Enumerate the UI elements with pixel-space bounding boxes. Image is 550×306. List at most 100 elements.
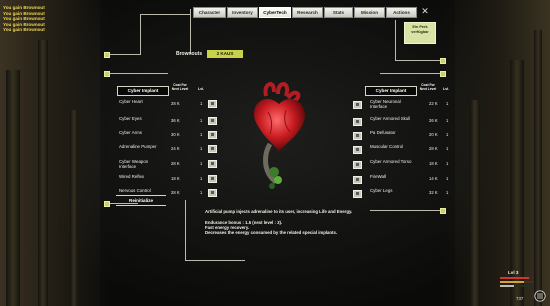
implant-level: 1 [200,161,203,166]
implant-level: 1 [200,176,203,181]
left-scenery [0,0,110,306]
connector-line [185,200,186,260]
implant-row: Cyber Arms 30 K 1 [119,130,219,140]
tab-cybertech[interactable]: CyberTech [259,7,291,18]
tab-actions[interactable]: Actions [386,7,417,18]
implant-icon-button[interactable] [353,176,362,184]
implant-row: Muscular Control 28 K 1 [353,144,453,154]
implant-row: FireWall 14 K 1 [353,174,453,184]
implant-level: 1 [446,146,449,151]
upgrade-button[interactable] [208,131,217,139]
implant-row: Adrenaline Pumper 24 K 1 [119,144,219,154]
energy-bar [500,281,524,283]
close-icon: ✕ [421,6,429,16]
left-table-header: Cyber Implant [117,86,169,96]
implant-name: Muscular Control [370,144,404,149]
implant-row: Cyber Armored Skull 26 K 1 [353,116,453,126]
connector-line [108,54,141,55]
right-cost-header: Cost For Next Level [419,83,437,91]
implant-name: Cyber Heart [119,99,143,104]
implant-icon-button[interactable] [353,161,362,169]
description-line: Decreases the energy consumed by the rel… [205,230,338,236]
level-label: Lvl 3 [508,270,519,275]
connector-node [104,71,110,77]
implant-cost: 18 K [171,176,180,181]
implant-cost: 28 K [429,146,438,151]
upgrade-button[interactable] [208,160,217,168]
upgrade-button[interactable] [208,145,217,153]
implant-cost: 36 K [171,118,180,123]
implant-row: Cyber Weapon Interface 28 K 1 [119,159,219,169]
implant-level: 1 [446,190,449,195]
implant-name: Wired Reflex [119,174,145,179]
implant-level: 1 [446,101,449,106]
connector-line [190,9,191,54]
implant-name: Cyber Weapon Interface [119,159,149,169]
reinitialize-button[interactable]: Reinitialize [116,195,166,206]
upgrade-button[interactable] [208,189,217,197]
implant-row: Wired Reflex 18 K 1 [119,174,219,184]
implant-icon-button[interactable] [353,190,362,198]
implant-cost: 32 K [429,190,438,195]
connector-line [140,14,190,15]
implant-name: Cyber Neuronal Interface [370,99,401,109]
xp-bar [500,285,514,287]
implant-cost: 22 K [429,101,438,106]
implant-level: 1 [200,118,203,123]
cyber-heart-model [253,82,305,189]
tab-mission[interactable]: Mission [354,7,385,18]
implant-cost: 14 K [429,176,438,181]
implant-cost: 18 K [429,161,438,166]
counter-text: 737 [516,296,524,301]
implant-icon-button[interactable] [353,146,362,154]
implant-icon-button[interactable] [353,118,362,126]
implant-icon-button[interactable] [353,132,362,140]
implant-level: 1 [446,176,449,181]
close-button[interactable]: ✕ [420,6,430,16]
status-hud: Lvl 3 737 [494,268,546,303]
tab-character[interactable]: Character [193,7,226,18]
log-line: You gain Brownout [3,27,45,33]
connector-line [380,73,440,74]
implant-row: Cyber Heart 28 K 1 [119,99,219,109]
implant-cost: 28 K [171,161,180,166]
implant-level: 1 [446,161,449,166]
implant-name: Pa Defusator [370,130,396,135]
connector-line [395,20,396,60]
connector-line [140,14,141,54]
implant-level: 1 [200,132,203,137]
tab-stats[interactable]: Stats [324,7,353,18]
brownouts-label: Brownouts [176,51,203,57]
implant-name: Cyber Arms [119,130,142,135]
connector-node [104,201,110,207]
upgrade-button[interactable] [208,100,217,108]
connector-line [185,260,245,261]
implant-cost: 28 K [171,190,180,195]
implant-cost: 28 K [171,101,180,106]
upgrade-button[interactable] [208,117,217,125]
implant-name: Nervous Control [119,188,151,193]
implant-row: Cyber Legs 32 K 1 [353,188,453,198]
implant-level: 1 [200,190,203,195]
implant-name: Cyber Legs [370,188,393,193]
tab-research[interactable]: Research [292,7,323,18]
right-table-header: Cyber Implant [365,86,417,96]
tab-inventory[interactable]: Inventory [227,7,258,18]
implant-cost: 30 K [171,132,180,137]
upgrade-button[interactable] [208,175,217,183]
implant-description: Artificial pump injects adrenaline to it… [205,209,405,235]
implant-cost: 20 K [429,132,438,137]
connector-line [108,73,168,74]
menu-icon[interactable] [534,290,546,302]
notification-log: You gain Brownout You gain Brownout You … [3,5,113,33]
left-cost-header: Cost For Next Level [171,83,189,91]
tab-bar: Character Inventory CyberTech Research S… [193,7,417,18]
implant-icon-button[interactable] [353,101,362,109]
implant-row: Cyber Eyes 36 K 1 [119,116,219,126]
connector-node [104,52,110,58]
brownouts-value: 2 KAUS [207,50,243,58]
implant-cost: 24 K [171,146,180,151]
implant-row: Cyber Neuronal Interface 22 K 1 [353,99,453,109]
implant-level: 1 [446,132,449,137]
right-scenery [440,0,550,306]
